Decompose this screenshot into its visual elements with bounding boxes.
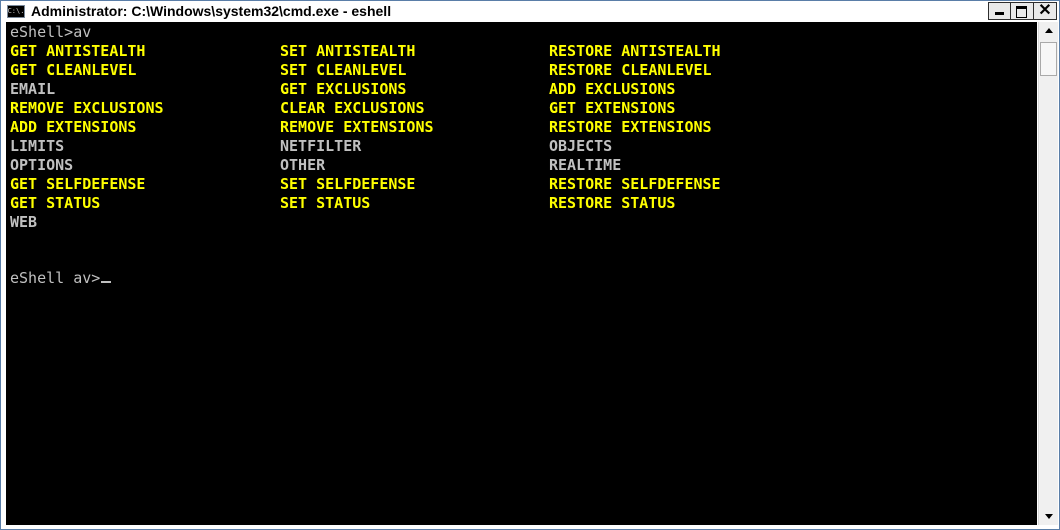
command-entry: GET EXTENSIONS	[549, 99, 676, 117]
cmd-icon[interactable]: C:\.	[7, 4, 25, 18]
maximize-icon[interactable]	[1011, 2, 1034, 20]
prompt-line[interactable]: eShell av>	[10, 269, 112, 288]
command-line: eShell>av	[10, 23, 92, 41]
command-entry: LIMITS	[10, 137, 65, 155]
arrow-down-icon	[1044, 514, 1053, 519]
command-entry: GET ANTISTEALTH	[10, 42, 146, 60]
text-cursor	[101, 281, 112, 283]
minimize-icon[interactable]	[988, 2, 1011, 20]
command-entry: REMOVE EXTENSIONS	[280, 118, 434, 136]
command-entry: GET STATUS	[10, 194, 101, 212]
command-entry: SET CLEANLEVEL	[280, 61, 407, 79]
command-entry: OPTIONS	[10, 156, 74, 174]
command-entry: SET SELFDEFENSE	[280, 175, 416, 193]
command-entry: GET CLEANLEVEL	[10, 61, 137, 79]
console-window: C:\. Administrator: C:\Windows\system32\…	[0, 0, 1060, 530]
command-entry: GET SELFDEFENSE	[10, 175, 146, 193]
window-controls: ✕	[988, 2, 1057, 20]
command-entry: RESTORE SELFDEFENSE	[549, 175, 721, 193]
scroll-up-button[interactable]	[1039, 22, 1058, 39]
command-entry: REMOVE EXCLUSIONS	[10, 99, 164, 117]
command-entry: RESTORE CLEANLEVEL	[549, 61, 712, 79]
scrollbar-thumb[interactable]	[1040, 42, 1057, 76]
prompt-text: eShell av>	[10, 269, 101, 287]
close-icon[interactable]: ✕	[1034, 2, 1057, 20]
close-glyph: ✕	[1038, 2, 1052, 19]
command-entry: OBJECTS	[549, 137, 613, 155]
command-entry: GET EXCLUSIONS	[280, 80, 407, 98]
command-entry: RESTORE ANTISTEALTH	[549, 42, 721, 60]
arrow-up-icon	[1044, 28, 1053, 33]
command-entry: SET STATUS	[280, 194, 371, 212]
command-entry: ADD EXTENSIONS	[10, 118, 137, 136]
command-entry: SET ANTISTEALTH	[280, 42, 416, 60]
scroll-down-button[interactable]	[1039, 508, 1058, 525]
command-entry: EMAIL	[10, 80, 56, 98]
vertical-scrollbar[interactable]	[1038, 22, 1058, 525]
console-output[interactable]: eShell>av GET ANTISTEALTH SET ANTISTEALTH…	[6, 22, 1037, 525]
command-entry: ADD EXCLUSIONS	[549, 80, 676, 98]
command-entry: OTHER	[280, 156, 326, 174]
cmd-icon-label: C:\.	[7, 6, 25, 15]
command-entry: RESTORE STATUS	[549, 194, 676, 212]
command-entry: NETFILTER	[280, 137, 362, 155]
command-entry: WEB	[10, 213, 38, 231]
window-title: Administrator: C:\Windows\system32\cmd.e…	[31, 3, 392, 19]
command-entry: CLEAR EXCLUSIONS	[280, 99, 425, 117]
title-bar[interactable]: C:\. Administrator: C:\Windows\system32\…	[1, 1, 1059, 21]
command-entry: REALTIME	[549, 156, 622, 174]
command-entry: RESTORE EXTENSIONS	[549, 118, 712, 136]
